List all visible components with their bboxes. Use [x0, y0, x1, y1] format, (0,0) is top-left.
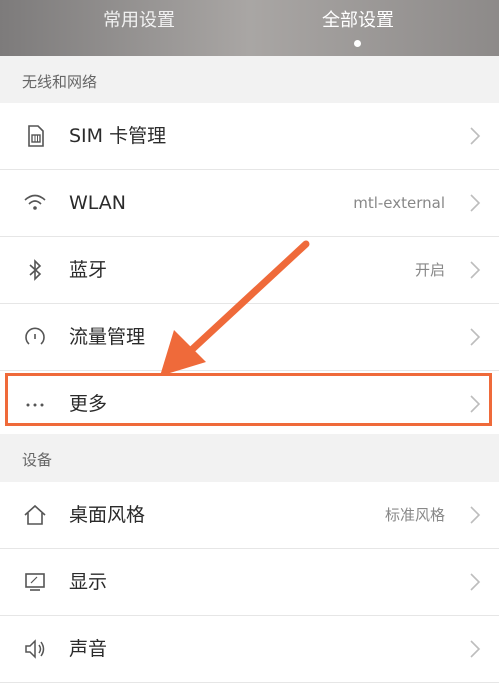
top-tab-bar: 常用设置 全部设置 — [0, 0, 499, 56]
settings-row-sim-label: SIM 卡管理 — [69, 125, 167, 147]
settings-row-bluetooth[interactable]: 蓝牙 开启 — [0, 237, 499, 304]
settings-row-data-usage-label: 流量管理 — [69, 326, 146, 348]
settings-row-sound-label: 声音 — [69, 638, 108, 660]
tab-common-settings[interactable]: 常用设置 — [59, 0, 219, 56]
chevron-right-icon — [469, 260, 481, 280]
active-tab-indicator — [354, 40, 361, 47]
home-icon — [22, 502, 48, 528]
settings-row-display[interactable]: 显示 — [0, 549, 499, 616]
settings-row-data-usage[interactable]: 流量管理 — [0, 304, 499, 371]
sound-icon — [22, 636, 48, 662]
chevron-right-icon — [469, 327, 481, 347]
section-header-device-label: 设备 — [22, 451, 53, 469]
chevron-right-icon — [469, 505, 481, 525]
data-usage-icon — [22, 324, 48, 350]
settings-row-desktop-style-value: 标准风格 — [384, 506, 445, 524]
chevron-right-icon — [469, 639, 481, 659]
settings-row-desktop-style[interactable]: 桌面风格 标准风格 — [0, 482, 499, 549]
bluetooth-icon — [22, 257, 48, 283]
settings-row-sim[interactable]: SIM 卡管理 — [0, 103, 499, 170]
section-header-device: 设备 — [0, 434, 499, 481]
settings-row-desktop-style-label: 桌面风格 — [69, 504, 146, 526]
tab-all-settings[interactable]: 全部设置 — [278, 0, 438, 56]
settings-row-wlan-label: WLAN — [69, 192, 127, 214]
chevron-right-icon — [469, 572, 481, 592]
tab-common-settings-label: 常用设置 — [103, 10, 175, 31]
tab-all-settings-label: 全部设置 — [322, 10, 394, 31]
chevron-right-icon — [469, 193, 481, 213]
settings-row-wlan-value: mtl-external — [353, 194, 445, 212]
section-header-wireless-label: 无线和网络 — [22, 73, 98, 91]
sim-card-icon — [22, 123, 48, 149]
highlight-box — [5, 373, 492, 426]
settings-row-display-label: 显示 — [69, 571, 108, 593]
wifi-icon — [22, 190, 48, 216]
settings-row-bluetooth-value: 开启 — [414, 261, 445, 279]
settings-row-wlan[interactable]: WLAN mtl-external — [0, 170, 499, 237]
settings-row-bluetooth-label: 蓝牙 — [69, 259, 108, 281]
section-header-wireless: 无线和网络 — [0, 56, 499, 103]
display-icon — [22, 569, 48, 595]
chevron-right-icon — [469, 126, 481, 146]
settings-row-sound[interactable]: 声音 — [0, 616, 499, 683]
